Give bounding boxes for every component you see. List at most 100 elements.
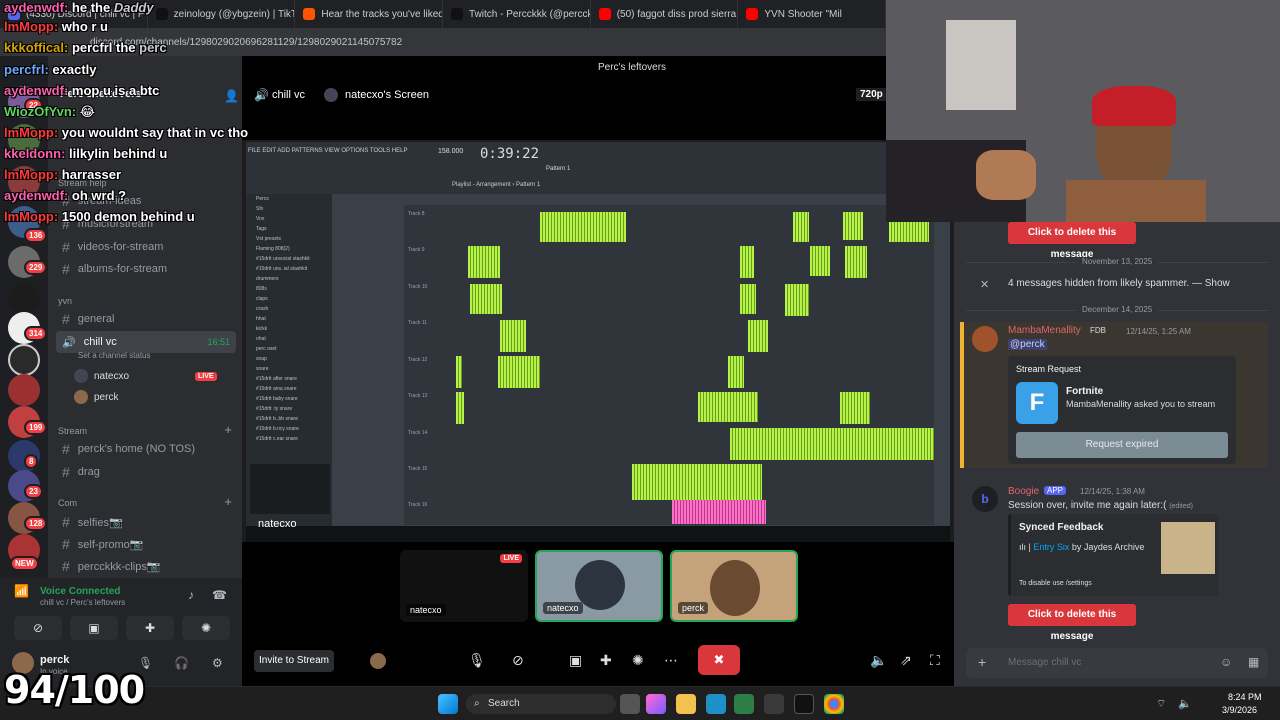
channel-self-promo[interactable]: # self-promo📷 bbox=[56, 533, 236, 555]
channel-status[interactable]: Set a channel status bbox=[78, 351, 151, 360]
clock-time[interactable]: 8:24 PM bbox=[1228, 692, 1262, 702]
taskbar-search[interactable]: ⌕ Search bbox=[466, 694, 616, 714]
copilot-icon[interactable] bbox=[646, 694, 666, 714]
channel-albums-for-stream[interactable]: # albums-for-stream bbox=[56, 258, 236, 280]
channel-label: drag bbox=[77, 466, 100, 478]
track-label: Track 14 bbox=[408, 430, 428, 436]
category-com[interactable]: Com bbox=[58, 498, 77, 508]
channel-percckkk-clips[interactable]: # percckkk-clips📷 bbox=[56, 555, 236, 577]
end-call-button[interactable]: ✖ bbox=[698, 645, 740, 675]
bot-avatar[interactable]: b bbox=[972, 486, 998, 512]
search-label: Search bbox=[488, 698, 520, 709]
overlay-name: WiozOfYvn: bbox=[4, 104, 77, 119]
speaker-icon[interactable]: 🔈 bbox=[1178, 697, 1192, 710]
thumbnail-perck-camera[interactable]: perck bbox=[670, 550, 798, 622]
chrome-icon[interactable] bbox=[824, 694, 844, 714]
username: natecxo bbox=[94, 370, 130, 382]
clock-date[interactable]: 3/9/2026 bbox=[1222, 705, 1257, 715]
browser-item: Vst presets bbox=[256, 236, 282, 242]
voice-location[interactable]: chill vc / Perc's leftovers bbox=[40, 598, 125, 607]
server-icon[interactable] bbox=[8, 282, 40, 314]
quality-badge[interactable]: 720p bbox=[856, 88, 887, 101]
camera-off-icon[interactable]: ⊘ bbox=[512, 652, 524, 669]
author-name[interactable]: Boogie bbox=[1008, 486, 1039, 497]
screen-share-icon[interactable]: ▣ bbox=[569, 652, 582, 669]
browser-tab-twitch[interactable]: Twitch - Percckkk (@percckkkp✕ bbox=[443, 0, 591, 28]
close-icon[interactable]: ✕ bbox=[980, 278, 989, 291]
file-explorer-icon[interactable] bbox=[676, 694, 696, 714]
fullscreen-icon[interactable]: ⛶ bbox=[930, 652, 940, 669]
voice-user-natecxo[interactable]: natecxo LIVE bbox=[74, 369, 217, 383]
channel-drag[interactable]: # drag bbox=[56, 461, 236, 483]
task-view-icon[interactable] bbox=[620, 694, 640, 714]
more-icon[interactable]: ⋯ bbox=[664, 652, 678, 669]
browser-tab-tiktok[interactable]: zeinology (@ybgzein) | TikTok✕ bbox=[148, 0, 296, 28]
edge-icon[interactable] bbox=[706, 694, 726, 714]
wifi-icon[interactable]: ⌔ bbox=[1156, 697, 1166, 711]
header-voice-channel: chill vc bbox=[272, 89, 306, 101]
delete-message-button[interactable]: Click to delete this message bbox=[1008, 222, 1136, 260]
delete-message-button[interactable]: Click to delete this message bbox=[1008, 604, 1136, 642]
pop-out-icon[interactable]: ⇗ bbox=[900, 652, 912, 669]
channel-selfies[interactable]: # selfies📷 bbox=[56, 511, 236, 533]
browser-item: #15drtt after snare bbox=[256, 376, 297, 382]
thumbnail-natecxo-camera[interactable]: natecxo bbox=[535, 550, 663, 622]
overlay-chat-line: aydenwdf: oh wrd ? bbox=[4, 188, 126, 203]
add-channel-icon[interactable]: + bbox=[224, 494, 232, 509]
voice-channel-chill-vc[interactable]: 🔊 chill vc 16:51 bbox=[56, 331, 236, 353]
category-yvn[interactable]: yvn bbox=[58, 296, 72, 306]
headphones-icon[interactable]: 🎧 bbox=[174, 656, 189, 670]
activities-icon[interactable]: ✚ bbox=[600, 652, 612, 669]
author-avatar[interactable] bbox=[972, 326, 998, 352]
invite-to-stream-button[interactable]: Invite to Stream bbox=[254, 650, 334, 672]
emoji-icon[interactable]: ☺ bbox=[1220, 655, 1232, 669]
track-label: Track 11 bbox=[408, 320, 427, 326]
user-mention[interactable]: @perck bbox=[1008, 339, 1047, 350]
album-art[interactable] bbox=[1161, 522, 1215, 574]
channel-general[interactable]: # general bbox=[56, 308, 236, 330]
server-icon[interactable] bbox=[8, 344, 40, 376]
gear-icon[interactable]: ⚙ bbox=[212, 656, 223, 670]
start-icon[interactable] bbox=[438, 694, 458, 714]
soundboard-icon[interactable]: ✺ bbox=[632, 652, 644, 669]
request-expired-button[interactable]: Request expired bbox=[1016, 432, 1228, 458]
apps-icon[interactable]: ▦ bbox=[1248, 655, 1259, 669]
youtube-icon bbox=[598, 8, 611, 20]
overlay-text: 1500 demon behind u bbox=[61, 209, 195, 224]
thumbnail-natecxo-screen[interactable]: LIVE natecxo bbox=[400, 550, 528, 622]
overlay-chat-line: percfrl: exactly bbox=[4, 62, 97, 77]
add-attachment-icon[interactable]: + bbox=[978, 654, 986, 670]
volume-icon[interactable]: 🔈 bbox=[870, 652, 887, 669]
add-member-icon[interactable]: 👤 bbox=[224, 89, 239, 103]
voice-user-perck[interactable]: perck bbox=[74, 390, 118, 404]
audio-clip-pink bbox=[672, 500, 766, 524]
channel-videos-for-stream[interactable]: # videos-for-stream bbox=[56, 236, 236, 258]
disconnect-icon[interactable]: ☎ bbox=[212, 588, 227, 602]
app-icon[interactable] bbox=[794, 694, 814, 714]
unread-badge: 314 bbox=[24, 326, 48, 341]
add-channel-icon[interactable]: + bbox=[224, 422, 232, 437]
show-link[interactable]: Show bbox=[1205, 278, 1230, 289]
browser-tab-soundcloud[interactable]: Hear the tracks you've liked: on✕ bbox=[295, 0, 444, 28]
browser-tab-youtube[interactable]: (50) faggot diss prod sierra by✕ bbox=[591, 0, 739, 28]
overlay-name: percfrl: bbox=[4, 62, 49, 77]
screen-share-button[interactable]: ▣ bbox=[70, 616, 118, 640]
browser-tab-youtube-2[interactable]: YVN Shooter "Mil bbox=[738, 0, 887, 28]
camera-off-button[interactable]: ⊘ bbox=[14, 616, 62, 640]
soundboard-icon[interactable]: ♪ bbox=[188, 588, 194, 602]
microphone-icon[interactable]: 🎙 bbox=[468, 652, 486, 669]
message-input[interactable]: + Message chill vc ☺ ▦ bbox=[966, 648, 1268, 678]
category-stream[interactable]: Stream bbox=[58, 426, 87, 436]
soundboard-button[interactable]: ✺ bbox=[182, 616, 230, 640]
voice-status: Voice Connected bbox=[40, 586, 121, 597]
overlay-chat-line: WiozOfYvn: 😂 bbox=[4, 104, 95, 120]
track-link[interactable]: Entry Six bbox=[1033, 542, 1069, 552]
channel-percks-home[interactable]: # perck's home (NO TOS) bbox=[56, 438, 236, 460]
activities-button[interactable]: ✚ bbox=[126, 616, 174, 640]
author-name[interactable]: MambaMenallity bbox=[1008, 325, 1081, 336]
server-icon[interactable] bbox=[8, 374, 40, 406]
xbox-icon[interactable] bbox=[734, 694, 754, 714]
participant-avatar[interactable] bbox=[370, 653, 386, 669]
speaker-icon: 🔊 bbox=[62, 336, 76, 349]
steam-icon[interactable] bbox=[764, 694, 784, 714]
